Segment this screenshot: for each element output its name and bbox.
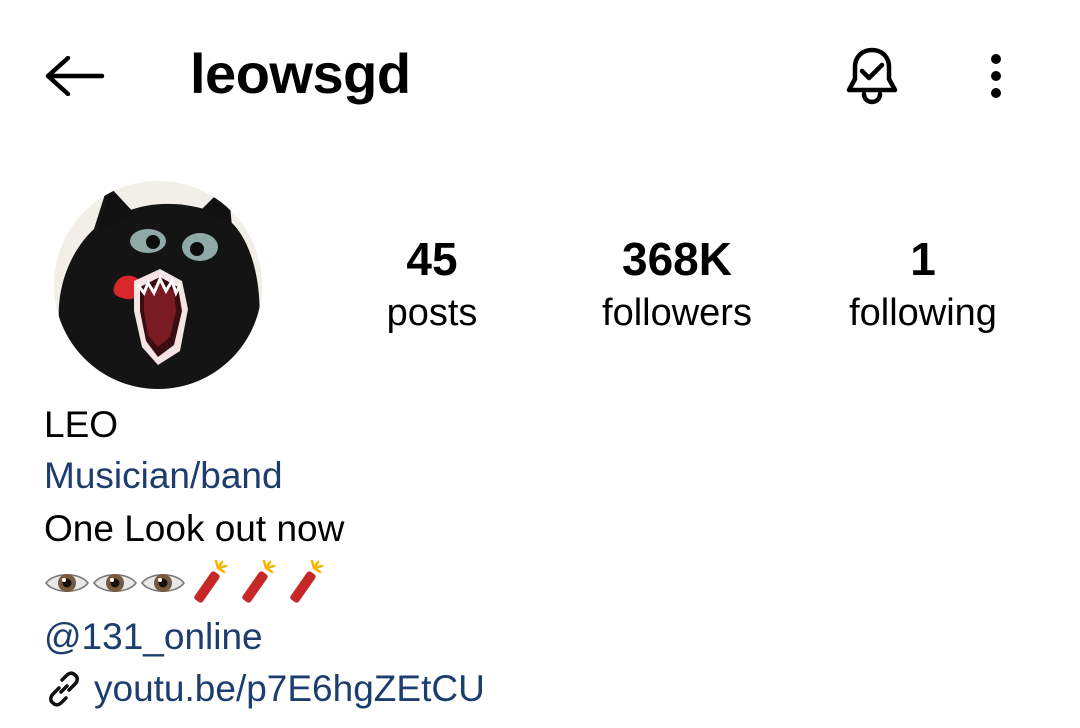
stat-posts[interactable]: 45 posts	[370, 230, 494, 338]
profile-bio-text: One Look out now	[44, 508, 345, 549]
profile-avatar[interactable]	[54, 181, 262, 389]
notifications-button[interactable]	[832, 38, 912, 114]
stat-posts-count: 45	[406, 233, 458, 285]
stat-followers[interactable]: 368K followers	[576, 230, 778, 338]
profile-link-text: youtu.be/p7E6hgZEtCU	[94, 668, 485, 709]
stat-following-label: following	[849, 292, 997, 334]
profile-display-name: LEO	[44, 404, 119, 445]
arrow-left-icon	[45, 56, 105, 96]
profile-category: Musician/band	[44, 455, 283, 496]
stat-followers-label: followers	[602, 292, 752, 334]
top-bar: leowsgd	[0, 0, 1080, 150]
stat-following[interactable]: 1 following	[826, 230, 1020, 338]
profile-external-link[interactable]: youtu.be/p7E6hgZEtCU	[44, 666, 485, 712]
bell-check-icon	[846, 47, 898, 105]
stat-posts-label: posts	[386, 292, 478, 334]
more-vertical-icon	[991, 54, 1001, 98]
stat-followers-count: 368K	[622, 233, 732, 285]
black-creature-screaming-avatar	[54, 181, 262, 389]
firecracker-icon	[290, 560, 324, 603]
profile-bio-emoji-row	[44, 560, 330, 606]
stat-following-count: 1	[910, 233, 936, 285]
profile-username: leowsgd	[190, 42, 411, 105]
more-options-button[interactable]	[966, 44, 1026, 108]
firecracker-icon	[242, 560, 276, 603]
link-icon	[49, 671, 79, 707]
firecracker-icon	[194, 560, 228, 603]
back-button[interactable]	[36, 44, 112, 108]
eye-icon	[45, 574, 89, 592]
profile-mention-link[interactable]: @131_online	[44, 614, 263, 660]
eye-icon	[141, 574, 185, 592]
eye-icon	[93, 574, 137, 592]
